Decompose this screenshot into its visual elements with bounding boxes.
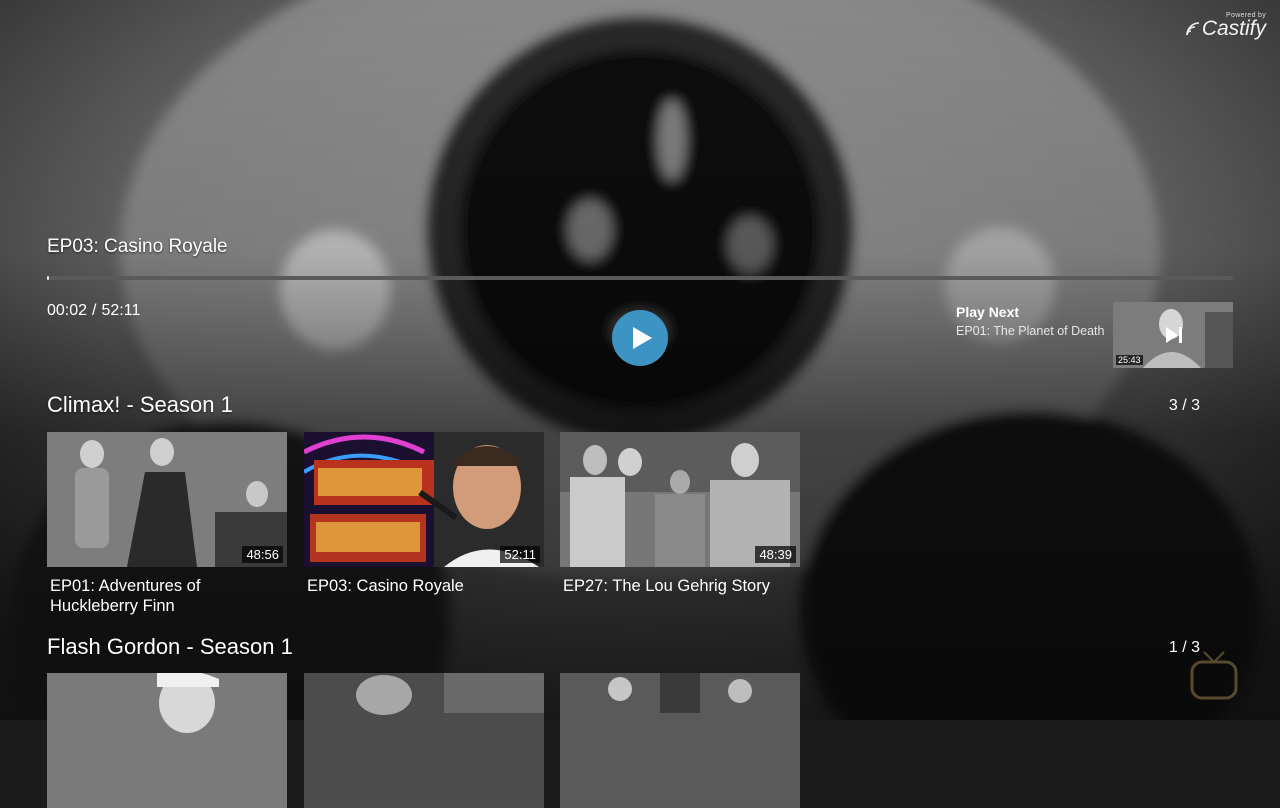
play-next-duration: 25:43: [1116, 355, 1143, 365]
episode-thumbnail: [47, 673, 287, 808]
play-next-thumbnail[interactable]: 25:43: [1113, 302, 1233, 368]
player-screen: Powered by Castify EP03: Casino Royale 0…: [0, 0, 1280, 808]
elapsed-time: 00:02: [47, 302, 88, 319]
episode-card[interactable]: [47, 673, 287, 808]
episode-duration: 48:56: [242, 546, 283, 563]
episode-thumbnail: [560, 673, 800, 808]
episode-card[interactable]: [304, 673, 544, 808]
row-title-flash-gordon: Flash Gordon - Season 1: [47, 634, 293, 659]
classic-tv-watermark-icon: [1190, 651, 1238, 700]
progress-fill: [47, 276, 50, 280]
skip-next-icon: [1166, 327, 1182, 343]
play-button[interactable]: [612, 310, 668, 366]
episode-card[interactable]: 52:11 EP03: Casino Royale: [304, 432, 544, 596]
episode-card[interactable]: 48:39 EP27: The Lou Gehrig Story: [560, 432, 800, 596]
episode-thumbnail: 52:11: [304, 432, 544, 567]
castify-logo: Castify: [1186, 17, 1266, 41]
episode-thumbnail: [304, 673, 544, 808]
castify-logo-text: Castify: [1201, 17, 1266, 40]
play-next-label: Play Next: [956, 304, 1020, 320]
episode-card[interactable]: [560, 673, 800, 808]
time-readout: 00:02 / 52:11: [47, 302, 140, 320]
total-duration: 52:11: [101, 302, 141, 319]
play-icon: [633, 327, 652, 349]
cast-wave-icon: [1186, 22, 1199, 36]
episode-card[interactable]: 48:56 EP01: Adventures of Huckleberry Fi…: [47, 432, 287, 616]
episode-thumbnail: 48:56: [47, 432, 287, 567]
play-next-episode-title: EP01: The Planet of Death: [956, 324, 1105, 338]
progress-bar[interactable]: [47, 276, 1233, 280]
episode-duration: 52:11: [500, 546, 540, 563]
episode-duration: 48:39: [755, 546, 796, 563]
episode-title: EP27: The Lou Gehrig Story: [563, 577, 770, 595]
episode-thumbnail: 48:39: [560, 432, 800, 567]
episode-title: EP01: Adventures of Huckleberry Finn: [50, 577, 201, 615]
now-playing-title: EP03: Casino Royale: [47, 236, 228, 257]
castify-brand: Powered by Castify: [1186, 12, 1266, 41]
row-title-climax: Climax! - Season 1: [47, 392, 233, 417]
episode-title: EP03: Casino Royale: [307, 577, 464, 595]
row-count-climax: 3 / 3: [1168, 397, 1200, 414]
play-next-info: Play Next EP01: The Planet of Death: [956, 304, 1112, 338]
time-separator: /: [92, 302, 97, 319]
